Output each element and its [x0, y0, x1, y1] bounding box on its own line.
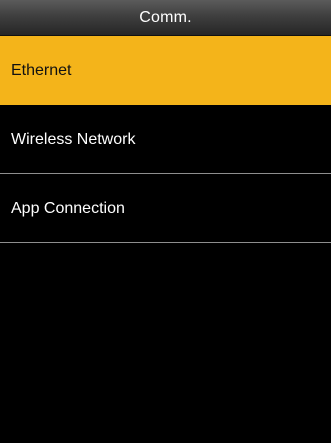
- title-bar: Comm.: [0, 0, 331, 36]
- menu-item-label: App Connection: [11, 199, 125, 217]
- page-title: Comm.: [139, 8, 192, 26]
- menu-item-wireless-network[interactable]: Wireless Network: [0, 105, 331, 174]
- menu-item-label: Ethernet: [11, 61, 72, 79]
- comm-menu-list: Ethernet Wireless Network App Connection: [0, 36, 331, 243]
- menu-item-label: Wireless Network: [11, 130, 136, 148]
- menu-divider: [0, 242, 331, 243]
- menu-item-app-connection[interactable]: App Connection: [0, 174, 331, 243]
- device-screen: Comm. Ethernet Wireless Network App Conn…: [0, 0, 331, 443]
- menu-item-ethernet[interactable]: Ethernet: [0, 36, 331, 105]
